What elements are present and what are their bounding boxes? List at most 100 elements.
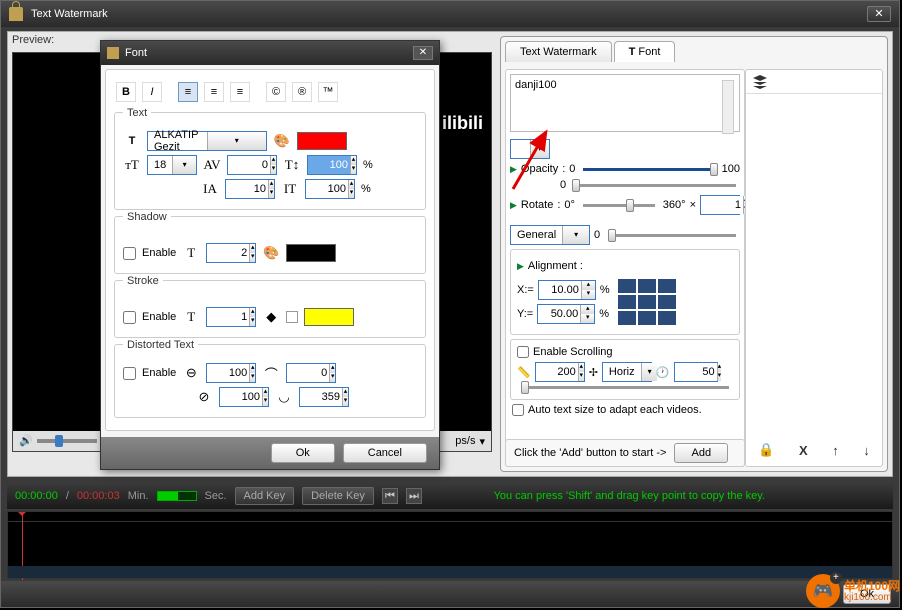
italic-button[interactable]: I xyxy=(142,82,162,102)
ok-button[interactable]: Ok xyxy=(271,443,335,463)
timeline-ruler xyxy=(8,512,892,522)
distort-a-input[interactable]: ▴▾ xyxy=(206,363,256,383)
timeline[interactable] xyxy=(7,511,893,579)
copyright-button[interactable]: © xyxy=(266,82,286,102)
playback-rate-down-icon[interactable]: ▾ xyxy=(479,435,485,448)
font-dialog-title: Font xyxy=(125,47,147,59)
opacity-min: 0 xyxy=(569,163,575,175)
site-watermark: 🎮 单机100网 kji100.com xyxy=(806,574,900,608)
shadow-color-swatch[interactable] xyxy=(286,244,336,262)
auto-size-checkbox[interactable] xyxy=(512,404,524,416)
rotate-repeat-input[interactable]: ▴▾ xyxy=(700,195,740,215)
pct-label: % xyxy=(363,159,373,171)
opacity-slider[interactable] xyxy=(583,168,713,171)
watermark-list: 🔒 X ↑ ↓ xyxy=(745,69,883,467)
rotate-min: 0° xyxy=(564,199,575,211)
shadow-offset-input[interactable]: ▴▾ xyxy=(206,243,256,263)
align-mc[interactable] xyxy=(638,295,656,309)
opacity-row: ▶ Opacity :0 100 xyxy=(510,163,740,175)
baseline-input[interactable]: ▴▾ xyxy=(305,179,355,199)
align-tc[interactable] xyxy=(638,279,656,293)
delete-icon[interactable]: X xyxy=(799,443,808,458)
add-bar: Click the 'Add' button to start -> Add xyxy=(505,439,745,467)
trademark-button[interactable]: ™ xyxy=(318,82,338,102)
align-tr[interactable] xyxy=(658,279,676,293)
registered-button[interactable]: ® xyxy=(292,82,312,102)
stroke-bg-swatch[interactable] xyxy=(286,311,298,323)
char-spacing-input[interactable]: ▴▾ xyxy=(227,155,277,175)
distort-b-input[interactable]: ▴▾ xyxy=(286,363,336,383)
opacity-value-slider[interactable] xyxy=(574,184,736,187)
align-tl[interactable] xyxy=(618,279,636,293)
scrolling-group: Enable Scrolling 📏 ▴▾ ✢ Horiz▾ 🕐 ▴▾ xyxy=(510,339,740,400)
clock-icon: 🕐 xyxy=(656,366,670,379)
baseline-icon: IT xyxy=(281,180,299,198)
alignment-grid xyxy=(618,279,676,325)
align-center-button[interactable]: ≡ xyxy=(204,82,224,102)
opacity-max: 100 xyxy=(722,163,740,175)
move-down-icon[interactable]: ↓ xyxy=(863,443,870,458)
align-left-button[interactable]: ≡ xyxy=(178,82,198,102)
opacity-label: Opacity xyxy=(521,163,558,175)
delete-key-button[interactable]: Delete Key xyxy=(302,487,374,505)
scroll-width-input[interactable]: ▴▾ xyxy=(535,362,585,382)
font-size-combo[interactable]: 18▾ xyxy=(147,155,197,175)
align-br[interactable] xyxy=(658,311,676,325)
bold-button[interactable]: B xyxy=(116,82,136,102)
expand-icon[interactable]: ▶ xyxy=(510,164,517,175)
add-key-button[interactable]: Add Key xyxy=(235,487,295,505)
font-icon: T xyxy=(123,132,141,150)
enable-scrolling-checkbox[interactable] xyxy=(517,346,529,358)
add-button[interactable]: Add xyxy=(674,443,728,463)
stroke-enable-checkbox[interactable] xyxy=(123,311,136,324)
color-palette-icon[interactable]: 🎨 xyxy=(262,244,280,262)
text-color-swatch[interactable] xyxy=(297,132,347,150)
general-combo[interactable]: General▾ xyxy=(510,225,590,245)
align-mr[interactable] xyxy=(658,295,676,309)
list-header xyxy=(746,70,882,94)
expand-icon[interactable]: ▶ xyxy=(510,200,517,211)
text-style-combo[interactable]: ▾ xyxy=(510,139,550,159)
timeline-track[interactable] xyxy=(8,566,892,578)
color-palette-icon[interactable]: 🎨 xyxy=(273,132,291,150)
line-height-input[interactable]: ▴▾ xyxy=(307,155,357,175)
speaker-icon[interactable]: 🔊 xyxy=(19,434,33,448)
tab-text-watermark[interactable]: Text Watermark xyxy=(505,41,612,62)
shadow-offset-icon: T xyxy=(182,244,200,262)
general-slider[interactable] xyxy=(608,234,736,237)
volume-slider[interactable] xyxy=(37,439,97,443)
scroll-direction-combo[interactable]: Horiz▾ xyxy=(602,362,652,382)
close-icon[interactable]: ✕ xyxy=(413,46,433,60)
stroke-color-swatch[interactable] xyxy=(304,308,354,326)
close-icon[interactable]: ✕ xyxy=(867,6,891,22)
rotate-slider[interactable] xyxy=(583,204,655,207)
shadow-enable-checkbox[interactable] xyxy=(123,247,136,260)
align-ml[interactable] xyxy=(618,295,636,309)
vertical-spacing-input[interactable]: ▴▾ xyxy=(225,179,275,199)
cancel-button[interactable]: Cancel xyxy=(343,443,427,463)
stroke-width-input[interactable]: ▴▾ xyxy=(206,307,256,327)
align-x-input[interactable]: ▴▾ xyxy=(538,280,596,300)
lock-icon[interactable]: 🔒 xyxy=(758,442,774,458)
textarea-scrollbar[interactable] xyxy=(722,80,734,134)
fill-icon[interactable]: ◆ xyxy=(262,308,280,326)
align-bc[interactable] xyxy=(638,311,656,325)
tab-font[interactable]: T Font xyxy=(614,41,676,62)
distorted-enable-checkbox[interactable] xyxy=(123,367,136,380)
distort-c-input[interactable]: ▴▾ xyxy=(219,387,269,407)
prev-key-icon[interactable]: ⏮ xyxy=(382,488,398,504)
playback-rate-label: ps/s xyxy=(455,435,475,447)
align-right-button[interactable]: ≡ xyxy=(230,82,250,102)
next-key-icon[interactable]: ⏭ xyxy=(406,488,422,504)
scroll-slider[interactable] xyxy=(521,386,729,389)
shadow-group: Shadow Enable T ▴▾ 🎨 xyxy=(114,216,426,274)
align-y-input[interactable]: ▴▾ xyxy=(537,304,595,324)
distort-d-input[interactable]: ▴▾ xyxy=(299,387,349,407)
font-family-combo[interactable]: ALKATIP Gezit▾ xyxy=(147,131,267,151)
move-up-icon[interactable]: ↑ xyxy=(832,443,839,458)
shadow-group-title: Shadow xyxy=(123,211,171,223)
align-bl[interactable] xyxy=(618,311,636,325)
watermark-text-input[interactable] xyxy=(510,74,740,132)
scroll-speed-input[interactable]: ▴▾ xyxy=(674,362,718,382)
expand-icon[interactable]: ▶ xyxy=(517,261,524,272)
